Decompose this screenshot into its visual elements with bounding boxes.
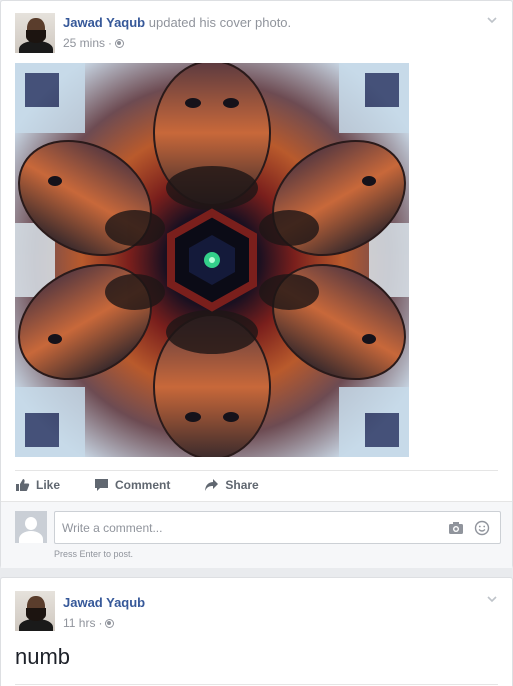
- cover-photo-image[interactable]: [15, 63, 409, 457]
- comment-section: Write a comment... Press Enter to post.: [1, 501, 512, 568]
- author-avatar[interactable]: [15, 591, 55, 631]
- comment-input[interactable]: Write a comment...: [54, 511, 501, 544]
- post-action-text: updated his cover photo.: [148, 15, 292, 30]
- author-name-link[interactable]: Jawad Yaqub: [63, 595, 145, 610]
- globe-icon[interactable]: [105, 618, 115, 628]
- globe-icon[interactable]: [115, 38, 125, 48]
- comment-icon: [95, 479, 109, 491]
- share-arrow-icon: [205, 479, 219, 491]
- author-name-link[interactable]: Jawad Yaqub: [63, 15, 145, 30]
- meta-separator: ·: [98, 616, 103, 630]
- like-label: Like: [36, 478, 61, 492]
- timestamp-link[interactable]: 11 hrs: [63, 616, 95, 630]
- comment-input-icons: [448, 520, 490, 536]
- chevron-down-icon[interactable]: [486, 14, 498, 26]
- timestamp-link[interactable]: 25 mins: [63, 36, 105, 50]
- post-card: Jawad Yaqub 11 hrs · numb: [0, 577, 513, 686]
- viewer-avatar: [15, 511, 47, 543]
- divider: [15, 684, 498, 685]
- comment-button[interactable]: Comment: [94, 478, 170, 492]
- comment-placeholder: Write a comment...: [62, 521, 163, 535]
- post-header: Jawad Yaqub updated his cover photo.: [63, 15, 291, 30]
- chevron-down-icon[interactable]: [486, 593, 498, 605]
- status-text: numb: [15, 644, 71, 669]
- post-card: Jawad Yaqub updated his cover photo. 25 …: [0, 0, 513, 568]
- post-actions-bar: Like Comment Share: [15, 478, 293, 492]
- share-button[interactable]: Share: [204, 478, 259, 492]
- emoji-icon[interactable]: [474, 520, 490, 536]
- like-button[interactable]: Like: [15, 478, 60, 492]
- meta-separator: ·: [108, 36, 113, 50]
- author-avatar[interactable]: [15, 13, 55, 53]
- post-meta: 11 hrs ·: [63, 616, 115, 630]
- post-header: Jawad Yaqub: [63, 595, 145, 610]
- divider: [15, 470, 498, 471]
- comment-label: Comment: [115, 478, 171, 492]
- comment-hint: Press Enter to post.: [54, 549, 134, 559]
- post-meta: 25 mins ·: [63, 36, 125, 50]
- share-label: Share: [225, 478, 259, 492]
- camera-icon[interactable]: [448, 520, 464, 536]
- thumbs-up-icon: [16, 479, 30, 491]
